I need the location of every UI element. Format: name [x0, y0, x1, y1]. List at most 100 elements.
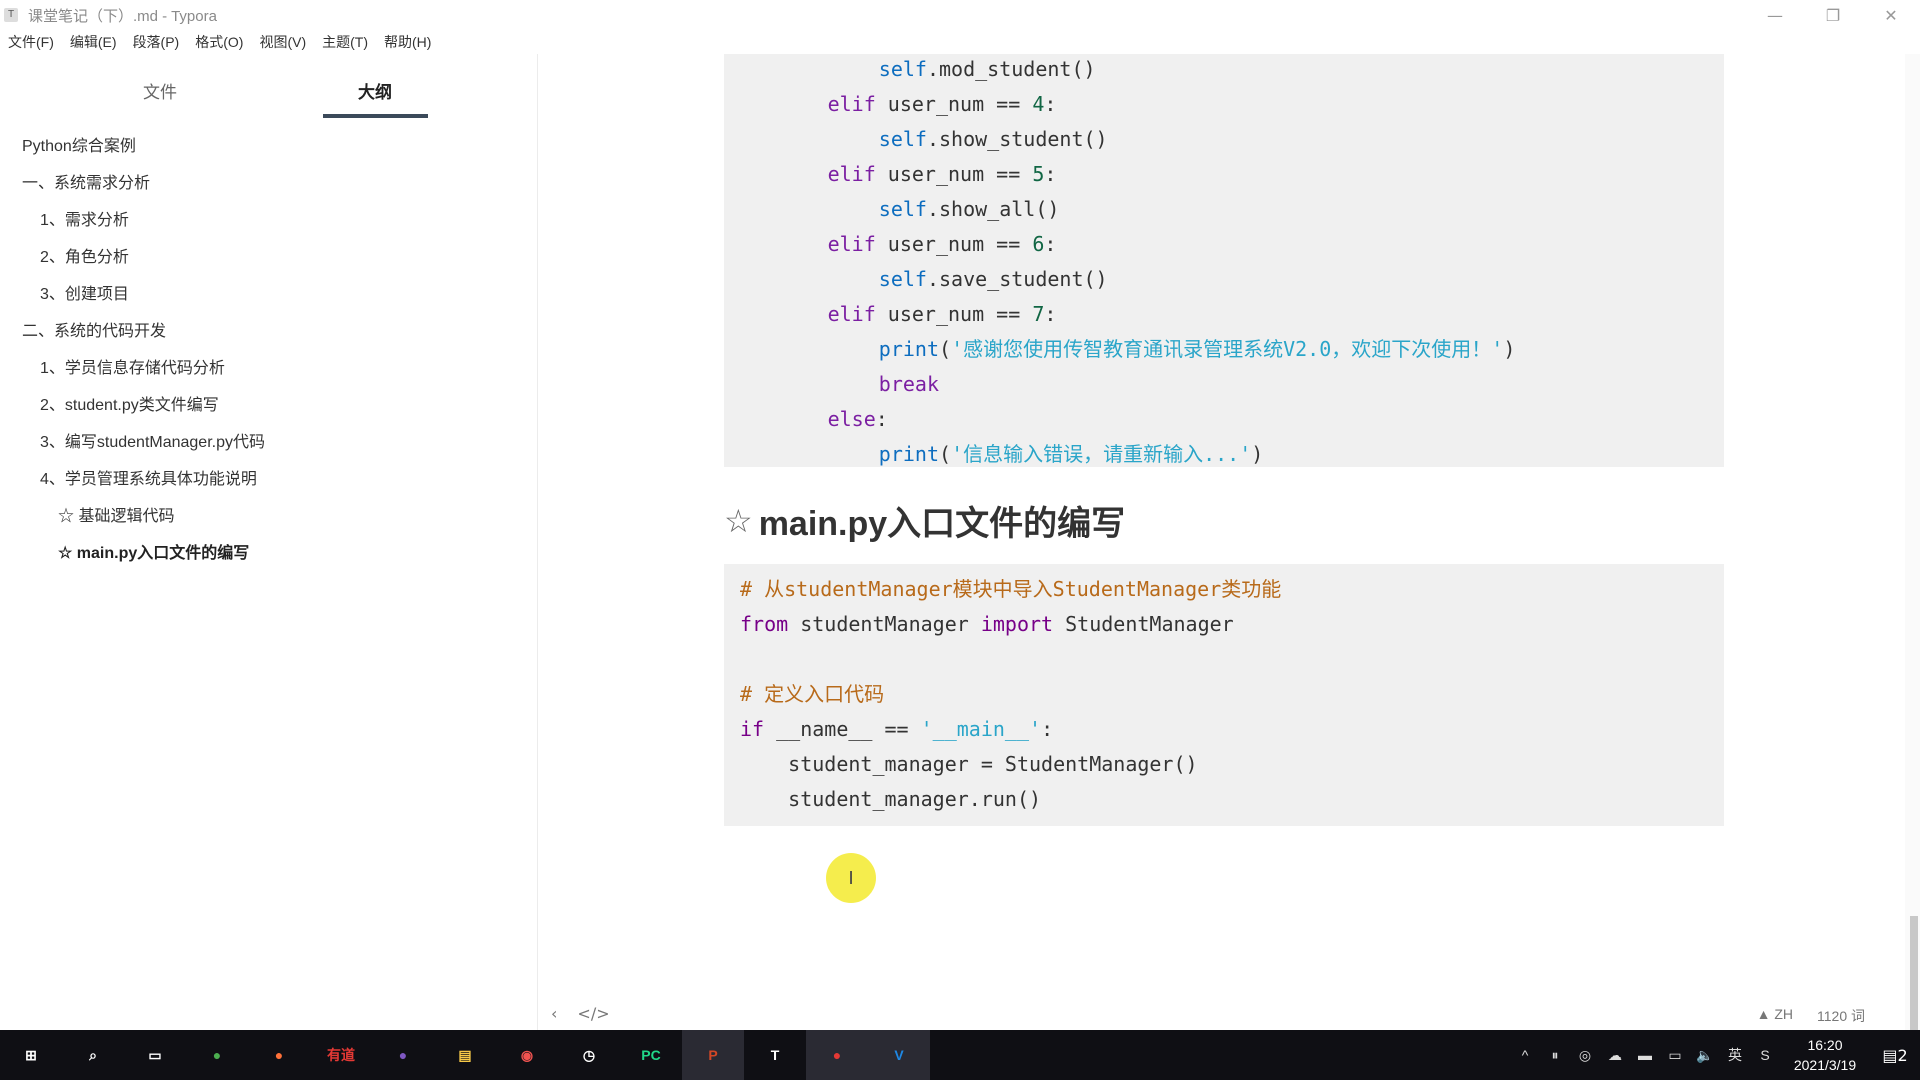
code-line: elif user_num == 7: [828, 297, 1057, 332]
code-line: elif user_num == 5: [828, 157, 1057, 192]
powerpoint-taskbar-button[interactable]: P [682, 1030, 744, 1080]
code-token: : [1041, 717, 1054, 741]
star-icon: ☆ [724, 502, 753, 539]
menu-theme[interactable]: 主题(T) [322, 32, 368, 52]
section-heading[interactable]: ☆ main.py入口文件的编写 [724, 496, 1125, 545]
code-token: '__main__' [920, 717, 1042, 741]
outline-item[interactable]: 2、student.py类文件编写 [40, 391, 219, 415]
editor-pane[interactable]: self.mod_student() elif user_num == 4: sel… [539, 54, 1905, 1030]
code-line: student_manager = StudentManager() [740, 747, 1198, 782]
recorder-icon: ◉ [520, 1046, 534, 1063]
pycharm-icon: PC [641, 1047, 661, 1063]
code-line: print('信息输入错误，请重新输入...') [879, 437, 1264, 472]
code-token: .save_student() [926, 267, 1108, 291]
code-token: elif [827, 162, 876, 186]
outline-item[interactable]: 一、系统需求分析 [22, 169, 150, 193]
youdao-icon: 有道 [327, 1047, 355, 1063]
code-line: elif user_num == 4: [828, 87, 1057, 122]
code-token: else [827, 407, 876, 431]
code-token: user_num == [875, 302, 1033, 326]
toggle-sidebar-icon[interactable]: ‹ [551, 1004, 557, 1023]
outline-item[interactable]: ☆ main.py入口文件的编写 [58, 539, 249, 563]
file-explorer-taskbar-button[interactable]: ▤ [434, 1030, 496, 1080]
code-token: break [878, 372, 940, 396]
tray-icon[interactable]: 英 [1720, 1045, 1750, 1065]
tray-icon[interactable]: 🔈 [1690, 1047, 1720, 1064]
tray-icon[interactable]: ▭ [1660, 1047, 1690, 1064]
language-label: ZH [1774, 1006, 1793, 1022]
system-clock[interactable]: 16:20 2021/3/19 [1780, 1035, 1870, 1075]
start-menu-icon: ⊞ [25, 1046, 37, 1063]
tab-outline[interactable]: 大纲 [358, 78, 392, 103]
browser-taskbar-button[interactable]: ● [372, 1030, 434, 1080]
menu-file[interactable]: 文件(F) [8, 32, 54, 52]
menu-paragraph[interactable]: 段落(P) [133, 32, 180, 52]
minimize-button[interactable]: — [1746, 0, 1804, 30]
task-view-taskbar-button[interactable]: ▭ [124, 1030, 186, 1080]
menu-format[interactable]: 格式(O) [195, 32, 243, 52]
code-token: studentManager [788, 612, 981, 636]
outline-item[interactable]: Python综合案例 [22, 132, 136, 156]
outline-item[interactable]: 3、创建项目 [40, 280, 129, 304]
source-code-mode-icon[interactable]: </> [577, 1004, 609, 1023]
code-token: 5 [1032, 162, 1045, 186]
code-line: else: [828, 402, 888, 437]
outline-item[interactable]: 2、角色分析 [40, 243, 129, 267]
code-token: : [1044, 162, 1057, 186]
code-line: self.show_student() [879, 122, 1108, 157]
search-taskbar-button[interactable]: ⌕ [62, 1030, 124, 1080]
outline-item[interactable]: 4、学员管理系统具体功能说明 [40, 465, 257, 489]
pycharm-taskbar-button[interactable]: PC [620, 1030, 682, 1080]
sidebar-tabs: 文件 大纲 [0, 54, 537, 120]
code-token: elif [827, 232, 876, 256]
code-token: elif [827, 302, 876, 326]
menu-edit[interactable]: 编辑(E) [70, 32, 117, 52]
clock-app-taskbar-button[interactable]: ◷ [558, 1030, 620, 1080]
code-line: break [879, 367, 939, 402]
outline-item[interactable]: 1、需求分析 [40, 206, 129, 230]
outline-item[interactable]: 3、编写studentManager.py代码 [40, 428, 265, 452]
code-line: elif user_num == 6: [828, 227, 1057, 262]
code-block[interactable]: # 从studentManager模块中导入StudentManager类功能 f… [724, 564, 1724, 826]
typora-app-icon: T [4, 8, 18, 22]
code-line: print('感谢您使用传智教育通讯录管理系统V2.0，欢迎下次使用！') [879, 332, 1516, 367]
code-token: : [875, 407, 888, 431]
heading-text: main.py入口文件的编写 [758, 505, 1126, 543]
menu-help[interactable]: 帮助(H) [384, 32, 431, 52]
screen-recorder-taskbar-button[interactable]: ● [806, 1030, 868, 1080]
word-count[interactable]: 1120 词 [1817, 1006, 1865, 1026]
firefox-taskbar-button[interactable]: ● [248, 1030, 310, 1080]
outline-item[interactable]: 二、系统的代码开发 [22, 317, 166, 341]
outline-item[interactable]: ☆ 基础逻辑代码 [58, 502, 174, 526]
code-token: elif [827, 92, 876, 116]
notification-center-icon[interactable]: ▤ 2 [1870, 1030, 1920, 1080]
language-indicator[interactable]: ▲ ZH [1757, 1006, 1793, 1026]
editor-scrollbar[interactable] [1905, 54, 1920, 1080]
recorder-taskbar-button[interactable]: ◉ [496, 1030, 558, 1080]
code-token: # 从studentManager模块中导入StudentManager类功能 [740, 577, 1282, 601]
code-token: 6 [1032, 232, 1045, 256]
chrome-taskbar-button[interactable]: ● [186, 1030, 248, 1080]
close-button[interactable]: ✕ [1862, 0, 1920, 30]
tray-icon[interactable]: ▬ [1630, 1047, 1660, 1063]
vscode-taskbar-button[interactable]: V [868, 1030, 930, 1080]
start-menu-taskbar-button[interactable]: ⊞ [0, 1030, 62, 1080]
tray-icon[interactable]: ^ [1510, 1047, 1540, 1063]
restore-button[interactable]: ❐ [1804, 0, 1862, 30]
clock-app-icon: ◷ [582, 1046, 596, 1063]
code-token: if [740, 717, 765, 741]
menu-view[interactable]: 视图(V) [259, 32, 306, 52]
typora-taskbar-button[interactable]: T [744, 1030, 806, 1080]
code-token: student_manager = StudentManager() [740, 752, 1198, 776]
code-line: self.save_student() [879, 262, 1108, 297]
tray-icon[interactable]: ◎ [1570, 1047, 1600, 1064]
outline-item[interactable]: 1、学员信息存储代码分析 [40, 354, 225, 378]
tray-icon[interactable]: ⏸ [1540, 1047, 1570, 1064]
youdao-taskbar-button[interactable]: 有道 [310, 1030, 372, 1080]
code-block[interactable]: self.mod_student() elif user_num == 4: sel… [724, 54, 1724, 467]
tab-files[interactable]: 文件 [143, 78, 177, 103]
code-line: if __name__ == '__main__': [740, 712, 1053, 747]
notification-count: 2 [1897, 1045, 1908, 1065]
tray-icon[interactable]: ☁ [1600, 1047, 1630, 1064]
tray-icon[interactable]: S [1750, 1047, 1780, 1063]
